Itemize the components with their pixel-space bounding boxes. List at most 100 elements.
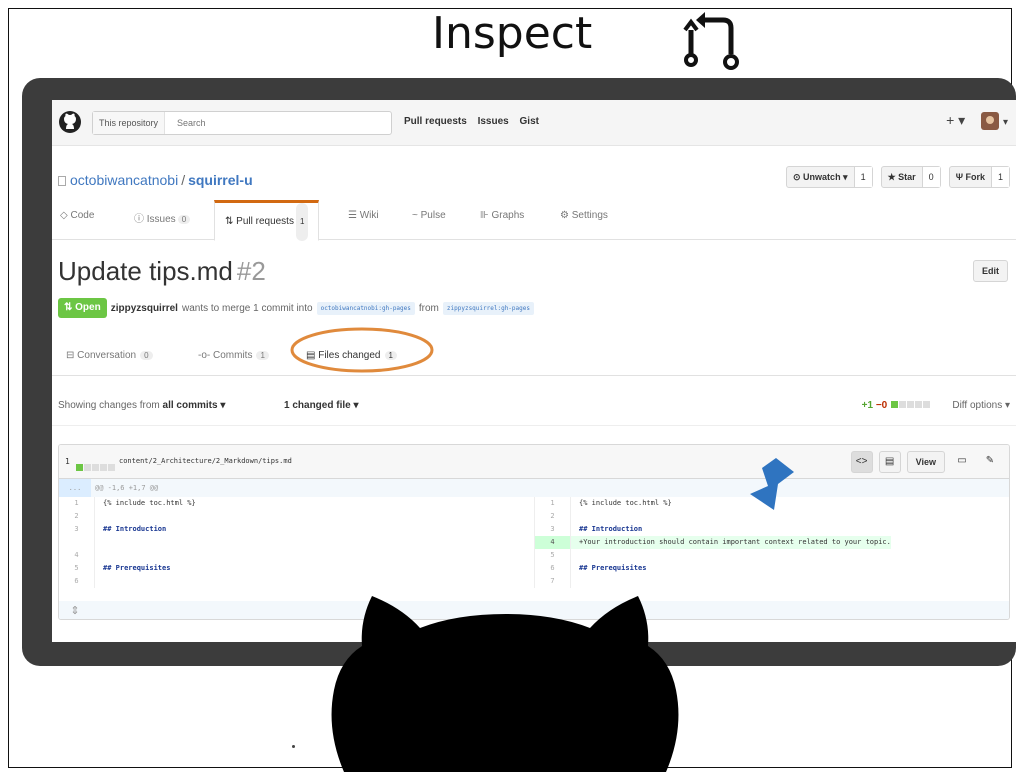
fork-count[interactable]: 1 [991,167,1009,187]
commits-range-select[interactable]: all commits ▾ [163,400,226,411]
rich-diff-icon[interactable]: ▤ [878,451,901,473]
line-number[interactable] [59,536,95,549]
repo-separator: / [181,172,186,188]
diffstat-bar-added [891,401,898,408]
file-path[interactable]: content/2_Architecture/2_Markdown/tips.m… [119,457,292,465]
diff-row: 5 ## Prerequisites 6 ## Prerequisites [59,562,1009,575]
tab-pull-requests[interactable]: ⇅ Pull requests 1 [214,200,320,241]
nav-gist[interactable]: Gist [520,116,539,127]
pr-title: Update tips.md #2 [58,256,266,287]
search-scope-label: This repository [93,112,166,134]
edit-button[interactable]: Edit [973,260,1008,282]
diff-row: 67 [59,575,1009,588]
diff-row: 4 +Your introduction should contain impor… [59,536,1009,549]
tab-commits[interactable]: -o- Commits 1 [198,350,269,361]
showing-prefix: Showing changes from [58,400,160,411]
diffstat-bar-neutral [923,401,930,408]
line-number[interactable]: 1 [59,497,95,510]
tab-settings[interactable]: ⚙ Settings [560,210,608,221]
slide-title-text: Inspect [432,8,593,59]
diff-row: 22 [59,510,1009,523]
file-diffstat-neutral [108,464,115,471]
from-text: from [418,302,439,314]
search-input[interactable] [177,112,387,134]
code-line: {% include toc.html %} [103,499,196,507]
repo-title: octobiwancatnobi / squirrel-u [58,172,253,188]
github-logo-icon[interactable] [58,110,82,134]
tab-code[interactable]: ◇ Code [60,210,94,221]
diffstat-bar-neutral [907,401,914,408]
tab-commits-label: -o- Commits [198,350,253,361]
create-new-menu[interactable]: + ▾ [946,112,965,128]
left-side: 1 {% include toc.html %} [59,497,534,510]
open-state-badge: ⇅ Open [58,298,107,318]
file-header: 1 content/2_Architecture/2_Markdown/tips… [59,445,1009,479]
top-nav: Pull requests Issues Gist [404,116,547,127]
file-diffstat-added [76,464,83,471]
tab-conversation-label: ⊟ Conversation [66,350,137,361]
search-box[interactable]: This repository [92,111,392,135]
left-side [59,536,534,549]
tab-graphs[interactable]: ⊪ Graphs [480,210,524,221]
line-number[interactable]: 5 [59,562,95,575]
line-number[interactable]: 2 [535,510,571,523]
line-number[interactable]: 3 [59,523,95,536]
repo-icon [58,176,66,186]
line-number[interactable]: 2 [59,510,95,523]
line-number[interactable]: 4 [535,536,571,549]
tab-code-label: ◇ Code [60,210,95,221]
files-changed-highlight-circle [290,327,434,373]
unwatch-label: ⊙ Unwatch ▾ [787,167,855,187]
expand-icon[interactable]: ⇕ [59,601,91,619]
file-diffstat-neutral [84,464,91,471]
fork-label: Ψ Fork [950,167,992,187]
tab-conversation[interactable]: ⊟ Conversation 0 [66,350,153,361]
head-branch: zippyzsquirrel:gh-pages [442,301,534,315]
tab-issues[interactable]: ⓘ Issues 0 [134,210,191,225]
file-change-count: 1 [65,457,70,466]
pr-author-link[interactable]: zippyzsquirrel [111,303,178,314]
file-diffstat [75,458,115,476]
fork-button[interactable]: Ψ Fork 1 [948,166,1010,188]
line-number[interactable]: 1 [535,497,571,510]
right-side: 7 [534,575,1009,588]
line-number[interactable]: 4 [59,549,95,562]
nav-issues[interactable]: Issues [478,116,509,127]
avatar[interactable] [981,112,1000,131]
changed-files-select[interactable]: 1 changed file ▾ [284,400,358,411]
pencil-icon[interactable]: ✎ [979,451,1001,473]
left-side: 4 [59,549,534,562]
expand-hunk-button[interactable]: ... [59,479,91,497]
star-button[interactable]: ★ Star 0 [880,166,941,188]
nav-pull-requests[interactable]: Pull requests [404,116,467,127]
line-number[interactable]: 7 [535,575,571,588]
star-count[interactable]: 0 [922,167,940,187]
diff-options-button[interactable]: Diff options ▾ [952,400,1010,411]
right-side: 3 ## Introduction [534,523,1009,536]
base-branch: octobiwancatnobi:gh-pages [316,301,415,315]
deletions-count: −0 [875,400,888,411]
watch-count[interactable]: 1 [854,167,872,187]
view-file-button[interactable]: View [906,451,945,473]
showing-changes: Showing changes from all commits ▾ [58,400,225,411]
tab-pulse[interactable]: ~ Pulse [412,210,446,221]
pull-request-icon [683,12,739,70]
line-number[interactable]: 3 [535,523,571,536]
repo-name-link[interactable]: squirrel-u [188,172,253,188]
tab-wiki[interactable]: ☰ Wiki [348,210,379,221]
unwatch-button[interactable]: ⊙ Unwatch ▾ 1 [786,166,873,188]
source-diff-icon[interactable]: <> [850,451,873,473]
octocat-silhouette-icon [331,596,679,772]
line-number[interactable]: 6 [59,575,95,588]
desktop-icon[interactable]: ▭ [951,451,973,473]
diff-table: 1 {% include toc.html %} 1 {% include toc.h… [59,497,1009,588]
tab-commits-count: 1 [256,351,269,360]
avatar-menu-caret[interactable]: ▾ [1003,117,1008,128]
pr-title-text: Update tips.md [58,256,233,286]
left-side: 2 [59,510,534,523]
repo-owner-link[interactable]: octobiwancatnobi [70,172,178,188]
line-number[interactable]: 6 [535,562,571,575]
line-number[interactable]: 5 [535,549,571,562]
